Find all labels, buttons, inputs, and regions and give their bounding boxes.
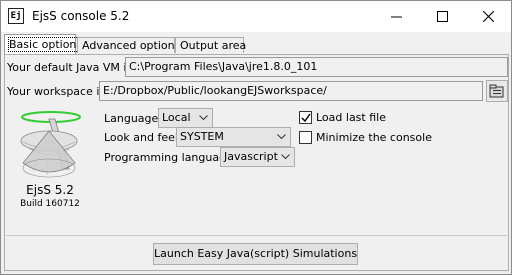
load-last-file-label: Load last file bbox=[316, 111, 386, 124]
build-label: Build 160712 bbox=[20, 199, 80, 209]
app-icon: Ej bbox=[8, 8, 24, 24]
folder-browse-icon bbox=[489, 84, 504, 98]
chevron-down-icon bbox=[277, 134, 286, 140]
look-and-feel-value: SYSTEM bbox=[180, 130, 224, 143]
java-vm-label: Your default Java VM is: bbox=[7, 61, 136, 74]
minimize-icon bbox=[390, 16, 402, 18]
look-and-feel-label: Look and feel: bbox=[104, 131, 182, 144]
console-window: Ej EjsS console 5.2 Basic options Advanc… bbox=[0, 0, 512, 275]
minimize-console-label: Minimize the console bbox=[316, 131, 432, 144]
chevron-down-icon bbox=[281, 154, 290, 160]
language-dropdown[interactable]: Local bbox=[158, 108, 213, 128]
close-icon bbox=[482, 11, 494, 22]
language-value: Local bbox=[162, 111, 191, 124]
minimize-console-checkbox[interactable] bbox=[299, 131, 312, 144]
workspace-label: Your workspace is: bbox=[7, 85, 109, 98]
launch-button[interactable]: Launch Easy Java(script) Simulations bbox=[153, 243, 358, 265]
maximize-button[interactable] bbox=[419, 1, 465, 32]
load-last-file-checkbox[interactable] bbox=[299, 111, 312, 124]
close-button[interactable] bbox=[465, 1, 511, 32]
tab-output-area[interactable]: Output area bbox=[175, 37, 247, 53]
browse-workspace-button[interactable] bbox=[486, 80, 508, 102]
maximize-icon bbox=[436, 11, 448, 22]
tab-label: Output area bbox=[180, 39, 247, 52]
title-bar[interactable]: Ej EjsS console 5.2 bbox=[1, 1, 511, 32]
chevron-down-icon bbox=[199, 115, 208, 121]
programming-language-value: Javascript bbox=[224, 150, 278, 163]
language-label: Language: bbox=[104, 112, 162, 125]
programming-language-dropdown[interactable]: Javascript bbox=[220, 147, 295, 167]
version-label: EjsS 5.2 bbox=[26, 183, 74, 197]
look-and-feel-dropdown[interactable]: SYSTEM bbox=[176, 127, 291, 147]
tab-label: Advanced options bbox=[82, 39, 181, 52]
checkmark-icon bbox=[301, 113, 311, 123]
separator bbox=[6, 235, 507, 236]
window-title: EjsS console 5.2 bbox=[32, 9, 130, 23]
workspace-field[interactable]: E:/Dropbox/Public/lookangEJSworkspace/ bbox=[99, 81, 483, 101]
tab-basic-options[interactable]: Basic options bbox=[4, 34, 84, 54]
tab-label: Basic options bbox=[7, 37, 84, 52]
ejss-logo-icon bbox=[20, 111, 81, 178]
programming-language-label: Programming language: bbox=[104, 151, 237, 164]
java-vm-field[interactable]: C:\Program Files\Java\jre1.8.0_101 bbox=[125, 57, 508, 77]
tab-advanced-options[interactable]: Advanced options bbox=[77, 37, 180, 53]
minimize-button[interactable] bbox=[373, 1, 419, 32]
